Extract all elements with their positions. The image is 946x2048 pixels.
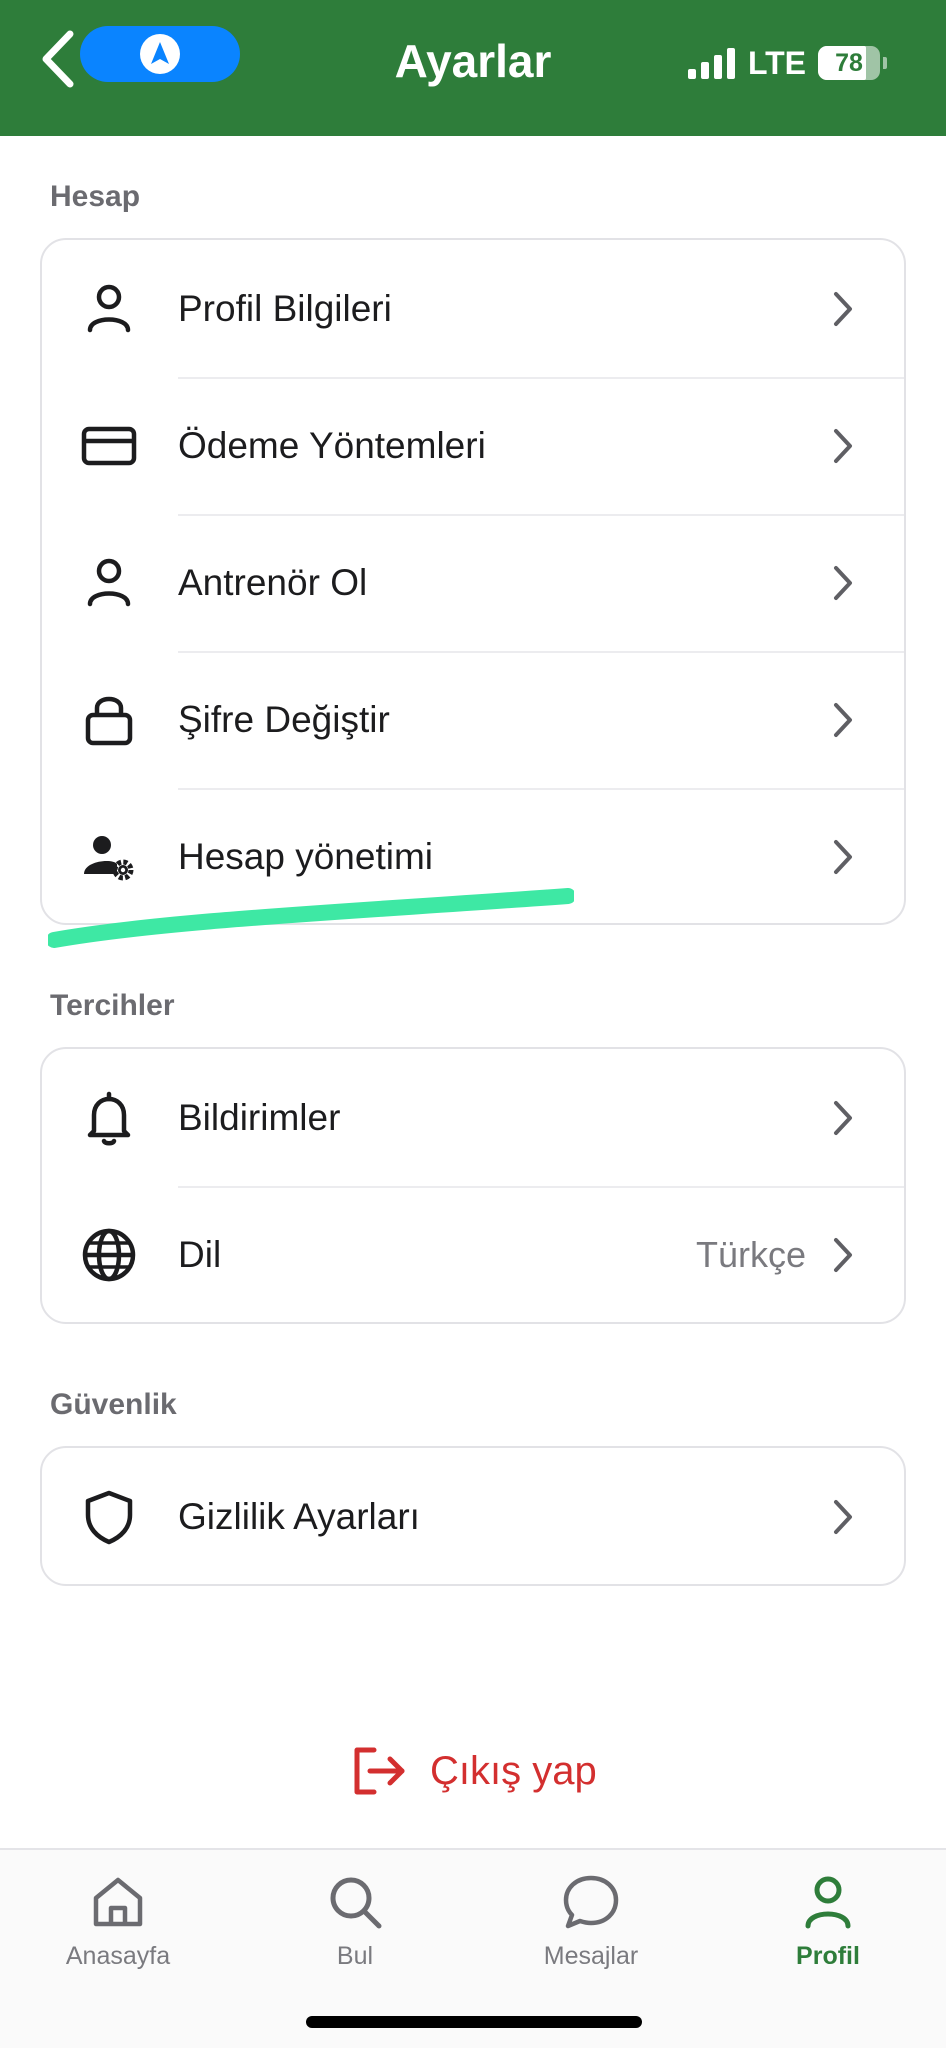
card-tercihler: Bildirimler Dil Türkçe bbox=[40, 1047, 906, 1324]
tab-label: Profil bbox=[796, 1942, 860, 1970]
settings-row-dil[interactable]: Dil Türkçe bbox=[42, 1186, 904, 1322]
tab-mesajlar[interactable]: Mesajlar bbox=[511, 1872, 671, 1971]
home-indicator bbox=[306, 2016, 642, 2028]
bell-icon bbox=[80, 1089, 138, 1147]
row-label: Dil bbox=[178, 1233, 222, 1275]
chat-bubble-icon bbox=[563, 1875, 619, 1929]
section-label-guvenlik: Güvenlik bbox=[50, 1388, 177, 1421]
highlight-underline-mark bbox=[48, 888, 574, 948]
person-icon bbox=[805, 1876, 851, 1929]
row-label: Bildirimler bbox=[178, 1096, 341, 1138]
status-indicators: LTE 78 bbox=[687, 44, 887, 82]
chevron-right-icon bbox=[834, 1101, 852, 1135]
shield-icon bbox=[80, 1488, 138, 1546]
chevron-right-icon bbox=[834, 1238, 852, 1272]
person-icon bbox=[80, 554, 138, 612]
credit-card-icon bbox=[80, 417, 138, 475]
settings-row-profil-bilgileri[interactable]: Profil Bilgileri bbox=[42, 240, 904, 377]
top-bar: Ayarlar LTE 78 bbox=[0, 0, 946, 136]
tab-label: Bul bbox=[336, 1942, 374, 1970]
settings-row-antrenor-ol[interactable]: Antrenör Ol bbox=[42, 514, 904, 651]
settings-row-bildirimler[interactable]: Bildirimler bbox=[42, 1049, 904, 1186]
settings-row-gizlilik-ayarlari[interactable]: Gizlilik Ayarları bbox=[42, 1448, 904, 1584]
signal-bars-icon bbox=[687, 47, 736, 79]
chevron-right-icon bbox=[834, 840, 852, 874]
chevron-right-icon bbox=[834, 1500, 852, 1534]
globe-icon bbox=[80, 1226, 138, 1284]
chevron-right-icon bbox=[834, 566, 852, 600]
search-icon bbox=[330, 1877, 382, 1929]
row-label: Hesap yönetimi bbox=[178, 835, 434, 877]
tab-anasayfa[interactable]: Anasayfa bbox=[38, 1872, 198, 1971]
chevron-right-icon bbox=[834, 703, 852, 737]
logout-icon bbox=[354, 1747, 405, 1795]
section-label-tercihler: Tercihler bbox=[50, 989, 175, 1022]
language-value: Türkçe bbox=[695, 1233, 806, 1275]
logout-label: Çıkış yap bbox=[430, 1748, 597, 1793]
row-label: Ödeme Yöntemleri bbox=[178, 424, 486, 466]
tab-label: Mesajlar bbox=[543, 1942, 639, 1970]
chevron-right-icon bbox=[834, 292, 852, 326]
tab-profil[interactable]: Profil bbox=[748, 1872, 908, 1971]
network-type: LTE bbox=[747, 44, 806, 81]
row-label: Profil Bilgileri bbox=[178, 287, 392, 329]
home-icon bbox=[93, 1877, 143, 1927]
battery-percent: 78 bbox=[835, 49, 863, 77]
logout-button[interactable]: Çıkış yap bbox=[352, 1746, 597, 1796]
row-label: Antrenör Ol bbox=[178, 561, 368, 603]
tab-label: Anasayfa bbox=[65, 1942, 171, 1970]
section-label-hesap: Hesap bbox=[50, 180, 141, 213]
user-gear-icon bbox=[80, 828, 138, 886]
card-hesap: Profil Bilgileri Ödeme Yöntemleri Antren… bbox=[40, 238, 906, 925]
card-guvenlik: Gizlilik Ayarları bbox=[40, 1446, 906, 1586]
settings-row-odeme-yontemleri[interactable]: Ödeme Yöntemleri bbox=[42, 377, 904, 514]
row-label: Şifre Değiştir bbox=[178, 698, 390, 740]
person-icon bbox=[80, 280, 138, 338]
row-label: Gizlilik Ayarları bbox=[178, 1495, 420, 1537]
settings-row-sifre-degistir[interactable]: Şifre Değiştir bbox=[42, 651, 904, 788]
battery-icon: 78 bbox=[818, 46, 887, 80]
tab-bul[interactable]: Bul bbox=[275, 1872, 435, 1971]
lock-icon bbox=[80, 691, 138, 749]
chevron-right-icon bbox=[834, 429, 852, 463]
